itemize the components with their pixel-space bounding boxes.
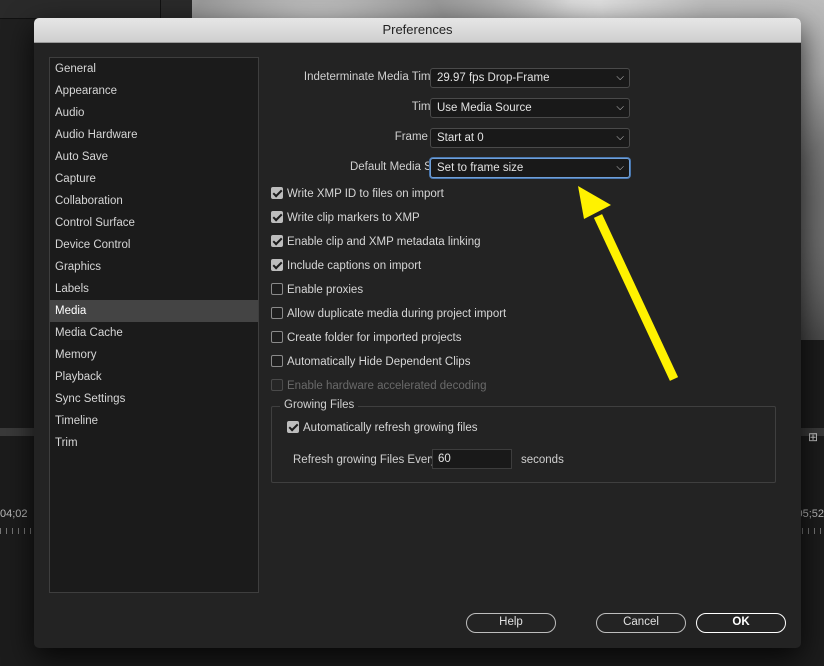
sidebar-item-appearance[interactable]: Appearance [50,80,258,102]
ok-button[interactable]: OK [696,613,786,633]
background-scrollbar-left [0,428,36,436]
background-panel-header [0,0,192,19]
growing-files-title: Growing Files [280,399,359,411]
timecode-row: Timecode: Use Media Source ⌵ [271,98,671,118]
timebase-row: Indeterminate Media Timebase: 29.97 fps … [271,68,671,88]
preferences-dialog: Preferences General Appearance Audio Aud… [34,18,801,648]
chevron-down-icon: ⌵ [616,132,624,143]
dialog-title: Preferences [34,18,801,43]
background-timecode-left: 04;02 [0,508,28,520]
hardware-decoding-checkbox: Enable hardware accelerated decoding [271,379,487,400]
checkbox-unchecked-icon[interactable] [271,355,283,367]
checkbox-unchecked-icon[interactable] [271,283,283,295]
include-captions-checkbox[interactable]: Include captions on import [271,259,422,280]
sidebar-item-capture[interactable]: Capture [50,168,258,190]
media-scaling-row: Default Media Scaling: Set to frame size… [271,158,671,178]
sidebar-item-device-control[interactable]: Device Control [50,234,258,256]
frame-count-value: Start at 0 [437,132,484,144]
checkbox-disabled-icon [271,379,283,391]
checkbox-unchecked-icon[interactable] [271,331,283,343]
allow-duplicate-media-checkbox[interactable]: Allow duplicate media during project imp… [271,307,507,328]
sidebar-item-labels[interactable]: Labels [50,278,258,300]
help-button[interactable]: Help [466,613,556,633]
frame-count-row: Frame Count: Start at 0 ⌵ [271,128,671,148]
media-scaling-value: Set to frame size [437,162,524,174]
sidebar-item-auto-save[interactable]: Auto Save [50,146,258,168]
sidebar-item-graphics[interactable]: Graphics [50,256,258,278]
sidebar-item-media-cache[interactable]: Media Cache [50,322,258,344]
hardware-decoding-label: Enable hardware accelerated decoding [287,380,487,393]
media-preferences-panel: Indeterminate Media Timebase: 29.97 fps … [271,64,776,494]
timebase-value: 29.97 fps Drop-Frame [437,72,550,84]
sidebar-item-playback[interactable]: Playback [50,366,258,388]
chevron-down-icon: ⌵ [616,162,624,173]
sidebar-item-audio-hardware[interactable]: Audio Hardware [50,124,258,146]
frame-count-dropdown[interactable]: Start at 0 ⌵ [430,128,630,148]
background-export-frame-icon: ⊞ [807,430,818,444]
background-divider [160,0,161,18]
enable-proxies-checkbox[interactable]: Enable proxies [271,283,364,304]
sidebar-item-trim[interactable]: Trim [50,432,258,454]
create-folder-checkbox[interactable]: Create folder for imported projects [271,331,462,352]
auto-refresh-label: Automatically refresh growing files [303,422,478,435]
checkbox-checked-icon[interactable] [271,211,283,223]
sidebar-item-audio[interactable]: Audio [50,102,258,124]
write-xmp-id-checkbox[interactable]: Write XMP ID to files on import [271,187,444,208]
media-scaling-dropdown[interactable]: Set to frame size ⌵ [430,158,630,178]
cancel-button[interactable]: Cancel [596,613,686,633]
metadata-linking-checkbox[interactable]: Enable clip and XMP metadata linking [271,235,481,256]
timecode-dropdown[interactable]: Use Media Source ⌵ [430,98,630,118]
chevron-down-icon: ⌵ [616,72,624,83]
checkbox-checked-icon[interactable] [271,187,283,199]
sidebar-item-control-surface[interactable]: Control Surface [50,212,258,234]
create-folder-label: Create folder for imported projects [287,332,462,345]
checkbox-checked-icon[interactable] [287,421,299,433]
timebase-dropdown[interactable]: 29.97 fps Drop-Frame ⌵ [430,68,630,88]
refresh-interval-label: Refresh growing Files Every [293,454,437,466]
chevron-down-icon: ⌵ [616,102,624,113]
sidebar-item-sync-settings[interactable]: Sync Settings [50,388,258,410]
refresh-interval-input[interactable]: 60 [432,449,512,469]
refresh-unit-label: seconds [521,454,564,466]
sidebar-item-media[interactable]: Media [50,300,258,322]
checkbox-checked-icon[interactable] [271,235,283,247]
checkbox-checked-icon[interactable] [271,259,283,271]
write-clip-markers-label: Write clip markers to XMP [287,212,420,225]
write-xmp-id-label: Write XMP ID to files on import [287,188,444,201]
checkbox-unchecked-icon[interactable] [271,307,283,319]
auto-refresh-checkbox[interactable]: Automatically refresh growing files [287,421,478,442]
sidebar-item-general[interactable]: General [50,58,258,80]
enable-proxies-label: Enable proxies [287,284,364,297]
hide-dependent-clips-checkbox[interactable]: Automatically Hide Dependent Clips [271,355,471,376]
sidebar-item-timeline[interactable]: Timeline [50,410,258,432]
write-clip-markers-checkbox[interactable]: Write clip markers to XMP [271,211,420,232]
preferences-category-list[interactable]: General Appearance Audio Audio Hardware … [49,57,259,593]
include-captions-label: Include captions on import [287,260,422,273]
sidebar-item-collaboration[interactable]: Collaboration [50,190,258,212]
growing-files-group: Growing Files Automatically refresh grow… [271,399,776,483]
allow-duplicate-media-label: Allow duplicate media during project imp… [287,308,507,321]
sidebar-item-memory[interactable]: Memory [50,344,258,366]
timecode-value: Use Media Source [437,102,532,114]
hide-dependent-clips-label: Automatically Hide Dependent Clips [287,356,471,369]
metadata-linking-label: Enable clip and XMP metadata linking [287,236,481,249]
